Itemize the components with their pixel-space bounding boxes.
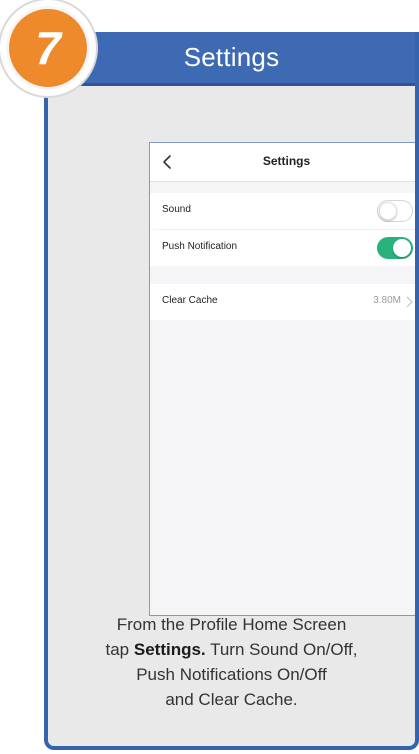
push-notification-toggle[interactable] <box>377 237 413 259</box>
phone-screenshot: Settings Sound Push Notification Clear C… <box>149 142 415 616</box>
caption-line-1: From the Profile Home Screen <box>116 615 347 634</box>
toggle-knob <box>393 239 411 257</box>
push-notification-label: Push Notification <box>162 241 238 252</box>
toggle-knob <box>379 202 397 220</box>
nav-bar: Settings <box>150 143 415 182</box>
caption-line-2-prefix: tap <box>105 640 134 659</box>
chevron-right-icon <box>406 296 413 308</box>
settings-row-clear-cache[interactable]: Clear Cache 3.80M <box>150 284 415 320</box>
caption-line-4: and Clear Cache. <box>165 690 298 709</box>
caption-line-3: Push Notifications On/Off <box>136 665 327 684</box>
caption-settings-emphasis: Settings. <box>133 640 206 659</box>
settings-row-sound: Sound <box>150 193 415 229</box>
step-badge: 7 <box>0 0 96 96</box>
instruction-caption: From the Profile Home Screen tap Setting… <box>48 612 415 712</box>
sound-label: Sound <box>162 204 191 215</box>
settings-row-push-notification: Push Notification <box>150 230 415 266</box>
sound-toggle[interactable] <box>377 200 413 222</box>
caption-line-2-suffix: Turn Sound On/Off, <box>205 640 358 659</box>
clear-cache-label: Clear Cache <box>162 295 218 306</box>
cache-size-value: 3.80M <box>373 295 401 306</box>
card-title: Settings <box>183 42 280 72</box>
settings-card: Settings Settings Sound Push Notificatio… <box>44 32 419 750</box>
caption-line-2: tap Settings. Turn Sound On/Off, <box>48 637 415 662</box>
step-number: 7 <box>6 6 90 90</box>
card-header: Settings <box>48 32 415 86</box>
nav-title: Settings <box>262 154 311 168</box>
